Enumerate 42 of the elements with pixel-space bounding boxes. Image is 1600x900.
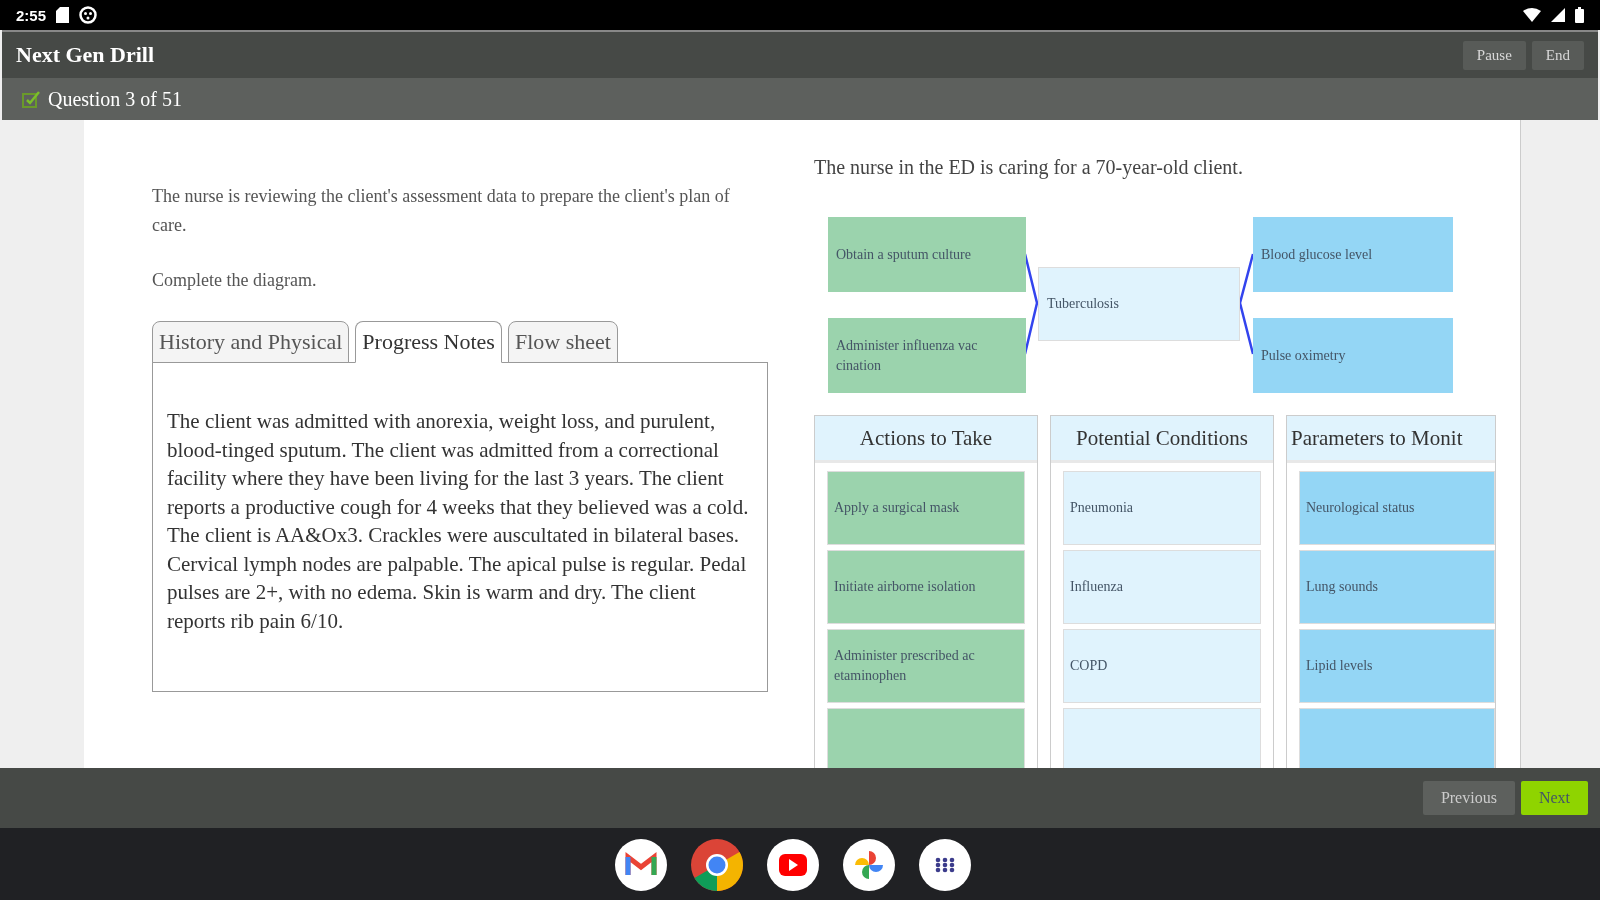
option-card[interactable]: Neurological status: [1299, 471, 1495, 545]
record-tab[interactable]: Progress Notes: [355, 321, 502, 363]
condition-slot[interactable]: Tuberculosis: [1038, 267, 1240, 341]
option-card[interactable]: Influenza: [1063, 550, 1261, 624]
option-card[interactable]: Pneumonia: [1063, 471, 1261, 545]
option-card[interactable]: Initiate airborne isolation: [827, 550, 1025, 624]
app-title: Next Gen Drill: [16, 42, 156, 68]
status-time: 2:55: [16, 6, 47, 24]
nav-button[interactable]: Previous: [1422, 781, 1515, 815]
record-tab[interactable]: History and Physical: [152, 321, 350, 363]
action-slot[interactable]: Obtain a sputum culture: [828, 217, 1026, 292]
column-header: Potential Conditions: [1051, 416, 1273, 463]
parameter-slot[interactable]: Pulse oximetry: [1253, 318, 1453, 393]
progress-notes-text: The client was admitted with anorexia, weight loss, and purulent, blood-tinged sputum. The client was admitted from a correctional facility where they have been living for the last 3 years. The client reports a productive cough for 4 weeks that they believed was a cold. The client is AA&Ox3. Crackles were auscultated in bilateral bases. Cervical lymph nodes are palpable. The apical pulse is regular. Pedal pulses are 2+, with no edema. Skin is warm and dry. The client reports rib pain 6/10.: [167, 408, 750, 635]
action-slot[interactable]: Administer influenza vac cination: [828, 318, 1026, 393]
scenario-text: The nurse in the ED is caring for a 70-year-old client.: [814, 156, 1244, 179]
column-header: Parameters to Monit: [1287, 416, 1495, 463]
mail-app-icon[interactable]: [615, 839, 667, 891]
option-card[interactable]: Administer prescribed ac etaminophen: [827, 629, 1025, 703]
wifi-icon: [1523, 8, 1541, 22]
option-card[interactable]: COPD: [1063, 629, 1261, 703]
browser-app-icon[interactable]: [691, 839, 743, 891]
face-icon: [79, 6, 98, 24]
video-app-icon[interactable]: [767, 839, 819, 891]
pinwheel-app-icon[interactable]: [843, 839, 895, 891]
signal-icon: [1551, 8, 1565, 22]
app-launcher-icon[interactable]: [919, 839, 971, 891]
sd-card-icon: [56, 7, 70, 23]
nav-button[interactable]: Next: [1520, 781, 1588, 815]
instruction-text: Complete the diagram.: [152, 269, 318, 292]
header-button[interactable]: Pause: [1462, 40, 1526, 70]
column-header: Actions to Take: [815, 416, 1037, 463]
battery-icon: [1575, 7, 1584, 23]
option-card[interactable]: Apply a surgical mask: [827, 471, 1025, 545]
option-card[interactable]: Lung sounds: [1299, 550, 1495, 624]
header-button[interactable]: End: [1531, 40, 1584, 70]
parameter-slot[interactable]: Blood glucose level: [1253, 217, 1453, 292]
instruction-text: The nurse is reviewing the client's assessment data to prepare the client's plan of care.: [152, 185, 731, 237]
option-card[interactable]: Lipid levels: [1299, 629, 1495, 703]
record-tab[interactable]: Flow sheet: [507, 321, 618, 363]
question-counter: Question 3 of 51: [48, 87, 182, 111]
checkbox-icon: [22, 90, 42, 108]
